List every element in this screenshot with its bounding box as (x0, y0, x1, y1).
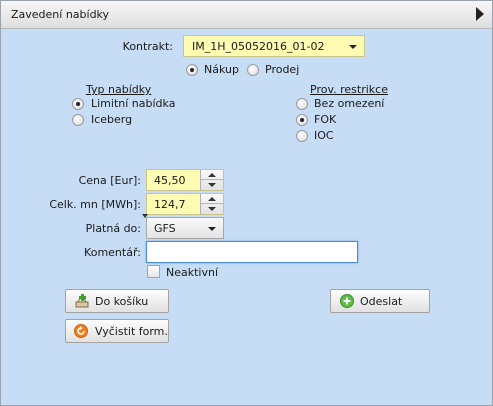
radio-fok[interactable] (296, 114, 308, 126)
radio-ioc[interactable] (296, 130, 308, 142)
contract-select[interactable]: IM_1H_05052016_01-02 (183, 35, 365, 57)
order-entry-panel: Zavedení nabídky Kontrakt: IM_1H_0505201… (0, 0, 493, 406)
send-button[interactable]: Odeslat (330, 289, 430, 313)
quantity-label: Celk. mn [MWh]: (49, 198, 141, 211)
price-label: Cena [Eur]: (78, 174, 141, 187)
radio-no-restriction-label: Bez omezení (314, 97, 385, 110)
quantity-stepper[interactable] (200, 194, 223, 214)
valid-until-label: Platná do: (85, 222, 141, 235)
panel-title: Zavedení nabídky (11, 8, 110, 21)
inactive-checkbox[interactable] (147, 265, 160, 278)
radio-sell-label: Prodej (265, 63, 300, 76)
restriction-heading: Prov. restrikce (310, 83, 388, 96)
radio-iceberg[interactable] (72, 114, 84, 126)
radio-buy-label: Nákup (204, 63, 239, 76)
collapse-arrow-icon[interactable] (476, 7, 484, 21)
basket-add-icon (74, 293, 90, 312)
quantity-value: 124,7 (154, 198, 186, 211)
radio-sell[interactable] (247, 64, 259, 76)
radio-no-restriction[interactable] (296, 98, 308, 110)
radio-buy[interactable] (186, 64, 198, 76)
add-to-basket-label: Do košíku (95, 295, 149, 308)
plus-circle-icon (340, 294, 354, 311)
clear-form-button[interactable]: Vyčistit form. (65, 319, 169, 343)
contract-label: Kontrakt: (122, 40, 173, 53)
panel-header: Zavedení nabídky (1, 1, 492, 29)
radio-iceberg-label: Iceberg (91, 113, 133, 126)
increment-arrow-icon[interactable] (208, 173, 216, 177)
radio-ioc-label: IOC (314, 129, 334, 142)
radio-limit-order-label: Limitní nabídka (91, 97, 176, 110)
increment-arrow-icon[interactable] (208, 197, 216, 201)
decrement-arrow-icon[interactable] (208, 207, 216, 211)
clear-form-label: Vyčistit form. (95, 325, 168, 338)
quantity-input[interactable]: 124,7 (146, 193, 224, 215)
price-stepper[interactable] (200, 170, 223, 190)
comment-label: Komentář: (84, 246, 141, 259)
inactive-label: Neaktivní (166, 266, 219, 279)
price-input[interactable]: 45,50 (146, 169, 224, 191)
comment-input[interactable] (146, 241, 358, 263)
send-label: Odeslat (360, 295, 403, 308)
chevron-down-icon (208, 227, 216, 231)
contract-value: IM_1H_05052016_01-02 (192, 40, 325, 53)
radio-fok-label: FOK (314, 113, 337, 126)
add-to-basket-button[interactable]: Do košíku (65, 289, 169, 313)
decrement-arrow-icon[interactable] (208, 183, 216, 187)
radio-limit-order[interactable] (72, 98, 84, 110)
price-value: 45,50 (154, 174, 186, 187)
valid-until-select[interactable]: GFS (146, 217, 224, 239)
offer-type-heading: Typ nabídky (86, 83, 152, 96)
valid-until-value: GFS (154, 222, 176, 235)
refresh-icon (74, 324, 88, 341)
chevron-down-icon (349, 45, 357, 49)
